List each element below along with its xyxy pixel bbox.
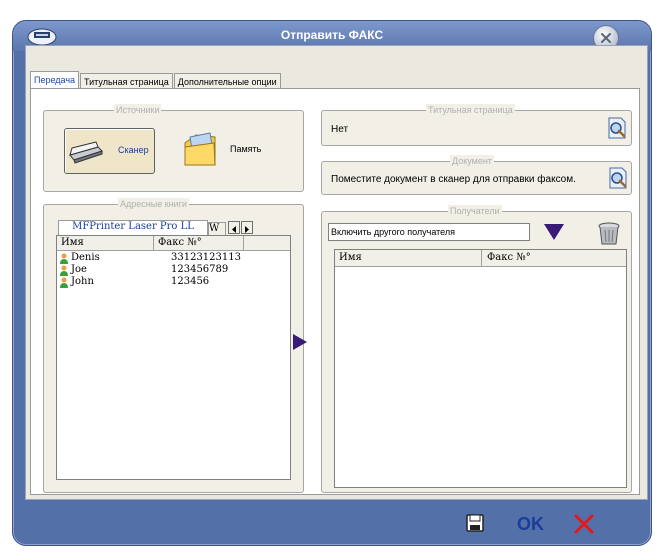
contact-row[interactable]: Denis 33123123113 bbox=[59, 252, 289, 264]
contact-row[interactable]: Joe 123456789 bbox=[59, 264, 289, 276]
address-book-list[interactable]: Имя Факс №° Denis 33123123113 Joe 123456… bbox=[56, 235, 291, 480]
arrow-left-icon bbox=[232, 226, 236, 233]
recipients-legend: Получатели bbox=[448, 205, 502, 217]
document-instruction: Поместите документ в сканер для отправки… bbox=[331, 174, 576, 185]
recipients-column-name-header[interactable]: Имя bbox=[339, 252, 362, 263]
cover-page-preview-icon[interactable] bbox=[605, 116, 629, 140]
scanner-icon bbox=[69, 141, 103, 164]
contact-fax: 123456 bbox=[171, 276, 210, 287]
contact-row[interactable]: John 123456 bbox=[59, 276, 289, 288]
tab-cover-page[interactable]: Титульная страница bbox=[80, 73, 173, 88]
sources-group: Источники Сканер Память bbox=[43, 104, 304, 192]
add-recipient-arrow-icon[interactable] bbox=[291, 332, 309, 352]
scanner-source-button[interactable]: Сканер bbox=[64, 128, 155, 174]
recipients-header: Имя Факс №° bbox=[335, 250, 626, 267]
tab-scroll-left-button[interactable] bbox=[228, 221, 240, 234]
sources-legend: Источники bbox=[114, 104, 162, 116]
contact-icon bbox=[60, 253, 68, 264]
recipients-group: Получатели Включить другого получателя И… bbox=[321, 205, 632, 493]
scanner-label: Сканер bbox=[118, 145, 149, 155]
contact-fax: 33123123113 bbox=[171, 252, 241, 263]
memory-folder-icon[interactable] bbox=[182, 131, 218, 169]
cover-page-value: Нет bbox=[331, 124, 349, 135]
contact-icon bbox=[60, 277, 68, 288]
arrow-right-icon bbox=[245, 226, 249, 233]
address-books-group: Адресные книги MFPrinter Laser Pro LL W … bbox=[43, 198, 304, 493]
recipients-column-fax-header[interactable]: Факс №° bbox=[487, 252, 531, 263]
trash-icon[interactable] bbox=[596, 220, 622, 246]
ok-button[interactable]: OK bbox=[517, 514, 544, 535]
column-fax-header[interactable]: Факс №° bbox=[158, 237, 202, 248]
column-name-header[interactable]: Имя bbox=[61, 237, 84, 248]
address-book-header: Имя Факс №° bbox=[57, 236, 290, 251]
add-recipient-down-arrow-icon[interactable] bbox=[542, 222, 566, 242]
cover-page-group: Титульная страница Нет bbox=[321, 104, 632, 146]
cancel-icon[interactable] bbox=[573, 513, 595, 535]
cover-page-legend: Титульная страница bbox=[426, 104, 515, 116]
document-group: Документ Поместите документ в сканер для… bbox=[321, 155, 632, 195]
contact-name: John bbox=[71, 276, 94, 287]
window-title: Отправить ФАКС bbox=[280, 28, 384, 42]
document-legend: Документ bbox=[450, 155, 494, 167]
contact-name: Joe bbox=[71, 264, 87, 275]
tab-scroll-right-button[interactable] bbox=[241, 221, 253, 234]
tab-address-book-1[interactable]: MFPrinter Laser Pro LL bbox=[58, 220, 208, 235]
contact-icon bbox=[60, 265, 68, 276]
address-books-legend: Адресные книги bbox=[118, 198, 189, 210]
tab-additional-options[interactable]: Дополнительные опции bbox=[173, 73, 281, 88]
tab-address-book-2[interactable]: W bbox=[208, 222, 226, 235]
contact-name: Denis bbox=[71, 252, 100, 263]
tab-page: Источники Сканер Память Адресные книги M… bbox=[30, 88, 640, 495]
recipients-list[interactable]: Имя Факс №° bbox=[334, 249, 627, 488]
tab-bar: Передача Титульная страница Дополнительн… bbox=[30, 71, 282, 89]
memory-label[interactable]: Память bbox=[230, 144, 261, 154]
contact-fax: 123456789 bbox=[171, 264, 229, 275]
other-recipient-input[interactable]: Включить другого получателя bbox=[328, 223, 530, 241]
document-preview-icon[interactable] bbox=[606, 166, 630, 190]
save-icon[interactable] bbox=[466, 514, 484, 532]
tab-transmission[interactable]: Передача bbox=[30, 71, 80, 89]
